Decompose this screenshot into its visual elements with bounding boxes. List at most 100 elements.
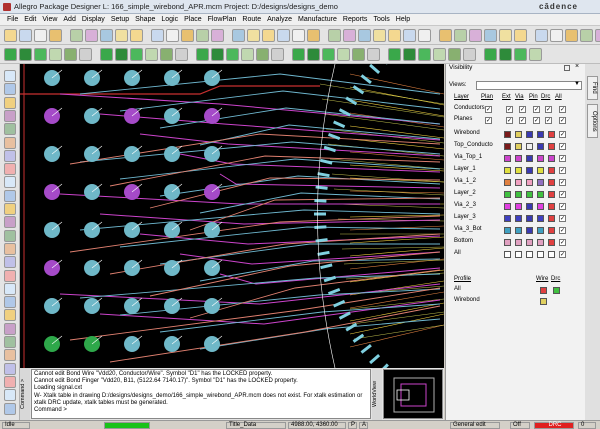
status-p-button[interactable]: P	[348, 422, 357, 429]
layer-color-swatch[interactable]	[548, 179, 555, 186]
visibility-checkbox[interactable]: ✓	[506, 117, 513, 124]
left-tool-icon[interactable]	[4, 362, 16, 375]
tb2-tool-icon[interactable]	[79, 47, 92, 61]
tb2-tool-icon[interactable]	[4, 47, 17, 61]
tb1-tool-icon[interactable]	[388, 28, 401, 42]
tb2-tool-icon[interactable]	[226, 47, 239, 61]
layer-color-swatch[interactable]	[526, 155, 533, 162]
tb1-tool-icon[interactable]	[19, 28, 32, 42]
tb1-tool-icon[interactable]	[439, 28, 452, 42]
tb2-tool-icon[interactable]	[241, 47, 254, 61]
layer-color-swatch[interactable]	[526, 143, 533, 150]
layer-color-swatch[interactable]	[548, 227, 555, 234]
layer-color-swatch[interactable]	[537, 155, 544, 162]
layer-color-swatch[interactable]	[537, 227, 544, 234]
tb2-tool-icon[interactable]	[463, 47, 476, 61]
layer-color-swatch[interactable]: ✓	[559, 215, 566, 222]
left-tool-icon[interactable]	[4, 309, 16, 322]
menu-route[interactable]: Route	[239, 14, 264, 26]
menu-logic[interactable]: Logic	[158, 14, 181, 26]
layer-color-swatch[interactable]	[515, 155, 522, 162]
tb2-tool-icon[interactable]	[145, 47, 158, 61]
layer-color-swatch[interactable]	[537, 239, 544, 246]
tb2-tool-icon[interactable]	[100, 47, 113, 61]
visibility-checkbox[interactable]: ✓	[485, 106, 492, 113]
tb1-tool-icon[interactable]	[70, 28, 83, 42]
menu-analyze[interactable]: Analyze	[264, 14, 295, 26]
layer-color-swatch[interactable]: ✓	[559, 203, 566, 210]
layer-color-swatch[interactable]	[537, 203, 544, 210]
tb2-tool-icon[interactable]	[529, 47, 542, 61]
tb1-tool-icon[interactable]	[34, 28, 47, 42]
left-tool-icon[interactable]	[4, 256, 16, 269]
tb2-tool-icon[interactable]	[403, 47, 416, 61]
tb2-tool-icon[interactable]	[388, 47, 401, 61]
tb1-tool-icon[interactable]	[565, 28, 578, 42]
tb2-tool-icon[interactable]	[367, 47, 380, 61]
left-tool-icon[interactable]	[4, 163, 16, 176]
left-tool-icon[interactable]	[4, 96, 16, 109]
layer-color-swatch[interactable]	[548, 203, 555, 210]
tb2-tool-icon[interactable]	[514, 47, 527, 61]
views-dropdown[interactable]: ▼	[476, 81, 582, 90]
tb1-tool-icon[interactable]	[469, 28, 482, 42]
tb2-tool-icon[interactable]	[418, 47, 431, 61]
tb2-tool-icon[interactable]	[433, 47, 446, 61]
left-tool-icon[interactable]	[4, 375, 16, 388]
close-icon[interactable]: ×	[575, 63, 579, 70]
profile-color-swatch[interactable]	[553, 287, 560, 294]
left-tool-icon[interactable]	[4, 216, 16, 229]
tb2-tool-icon[interactable]	[211, 47, 224, 61]
design-canvas[interactable]	[20, 64, 444, 368]
menu-view[interactable]: View	[39, 14, 60, 26]
tb2-tool-icon[interactable]	[175, 47, 188, 61]
tb1-tool-icon[interactable]	[292, 28, 305, 42]
layer-color-swatch[interactable]: ✓	[559, 227, 566, 234]
layer-color-swatch[interactable]	[515, 227, 522, 234]
layer-color-swatch[interactable]: ✓	[559, 155, 566, 162]
tb1-tool-icon[interactable]	[418, 28, 431, 42]
tb1-tool-icon[interactable]	[307, 28, 320, 42]
left-tool-icon[interactable]	[4, 176, 16, 189]
menu-manufacture[interactable]: Manufacture	[295, 14, 340, 26]
layer-color-swatch[interactable]: ✓	[559, 191, 566, 198]
tb2-tool-icon[interactable]	[115, 47, 128, 61]
tb1-tool-icon[interactable]	[535, 28, 548, 42]
left-tool-icon[interactable]	[4, 282, 16, 295]
left-tool-icon[interactable]	[4, 296, 16, 309]
layer-color-swatch[interactable]: ✓	[559, 179, 566, 186]
layer-color-swatch[interactable]	[515, 191, 522, 198]
left-tool-icon[interactable]	[4, 70, 16, 82]
layer-color-swatch[interactable]	[504, 227, 511, 234]
visibility-checkbox[interactable]: ✓	[559, 106, 566, 113]
tb1-tool-icon[interactable]	[514, 28, 527, 42]
layer-color-swatch[interactable]	[548, 167, 555, 174]
menu-reports[interactable]: Reports	[340, 14, 371, 26]
visibility-checkbox[interactable]: ✓	[533, 117, 540, 124]
layer-color-swatch[interactable]: ✓	[559, 167, 566, 174]
layer-color-swatch[interactable]: ✓	[559, 239, 566, 246]
menu-tools[interactable]: Tools	[370, 14, 392, 26]
tb2-tool-icon[interactable]	[49, 47, 62, 61]
left-tool-icon[interactable]	[4, 269, 16, 282]
layer-color-swatch[interactable]	[504, 143, 511, 150]
tb2-tool-icon[interactable]	[448, 47, 461, 61]
tb2-tool-icon[interactable]	[337, 47, 350, 61]
left-tool-icon[interactable]	[4, 83, 16, 96]
layer-color-swatch[interactable]: ✓	[559, 143, 566, 150]
left-tool-icon[interactable]	[4, 389, 16, 402]
visibility-checkbox[interactable]: ✓	[519, 106, 526, 113]
layer-color-swatch[interactable]	[537, 131, 544, 138]
layer-color-swatch[interactable]	[548, 155, 555, 162]
status-a-button[interactable]: A	[359, 422, 368, 429]
layer-color-swatch[interactable]	[526, 239, 533, 246]
tb1-tool-icon[interactable]	[358, 28, 371, 42]
visibility-checkbox[interactable]: ✓	[506, 106, 513, 113]
left-tool-icon[interactable]	[4, 349, 16, 362]
left-tool-icon[interactable]	[4, 123, 16, 136]
tb1-tool-icon[interactable]	[277, 28, 290, 42]
menu-shape[interactable]: Shape	[132, 14, 158, 26]
menu-add[interactable]: Add	[60, 14, 78, 26]
layer-color-swatch[interactable]: ✓	[559, 131, 566, 138]
tb2-tool-icon[interactable]	[292, 47, 305, 61]
